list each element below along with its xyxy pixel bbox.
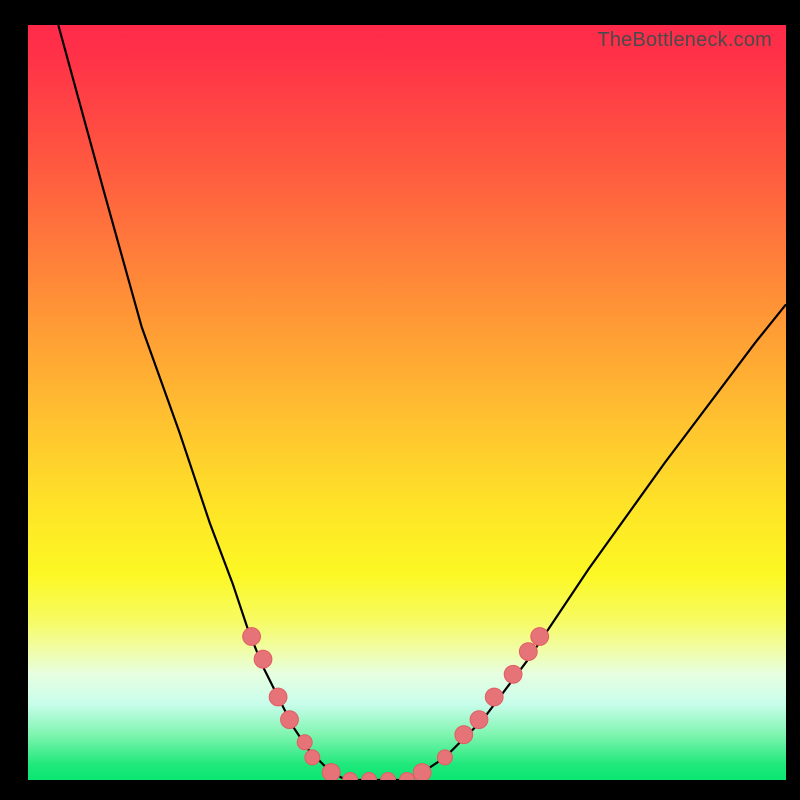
curve-marker (362, 773, 377, 781)
curve-marker (322, 764, 340, 780)
curve-marker (413, 764, 431, 780)
curve-marker (400, 773, 415, 781)
curve-marker (297, 735, 312, 750)
curve-layer (28, 25, 786, 780)
marker-group (243, 628, 549, 780)
curve-marker (381, 773, 396, 781)
curve-marker (531, 628, 549, 646)
plot-area: TheBottleneck.com (28, 25, 786, 780)
bottleneck-curve (58, 25, 786, 780)
curve-marker (504, 665, 522, 683)
curve-marker (254, 650, 272, 668)
curve-marker (485, 688, 503, 706)
curve-marker (455, 726, 473, 744)
curve-marker (281, 711, 299, 729)
curve-marker (437, 750, 452, 765)
curve-marker (519, 643, 537, 661)
watermark-text: TheBottleneck.com (597, 29, 772, 52)
curve-marker (305, 750, 320, 765)
chart-frame: TheBottleneck.com (0, 0, 800, 800)
curve-marker (470, 711, 488, 729)
curve-marker (269, 688, 287, 706)
curve-marker (243, 628, 261, 646)
curve-marker (343, 773, 358, 781)
